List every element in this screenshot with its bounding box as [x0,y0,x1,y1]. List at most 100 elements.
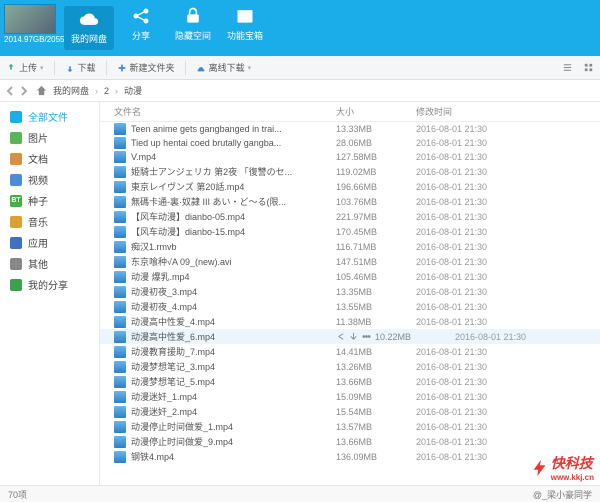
crumb-2[interactable]: 动漫 [124,84,142,97]
file-size: 13.55MB [336,302,416,312]
file-date: 2016-08-01 21:30 [416,138,600,148]
file-name: Teen anime gets gangbanged in trai... [131,124,336,134]
list-view-icon[interactable] [562,62,573,73]
sidebar-item-5[interactable]: 音乐 [0,211,99,232]
crumb-root[interactable]: 我的网盘 [53,84,89,97]
grid-view-icon[interactable] [583,62,594,73]
file-date: 2016-08-01 21:30 [416,287,600,297]
list-header: 文件名 大小 修改时间 [100,102,600,122]
video-file-icon [114,406,126,418]
back-icon[interactable] [4,85,16,97]
home-icon[interactable] [36,85,47,96]
file-size: 15.54MB [336,407,416,417]
sidebar-label: 我的分享 [28,277,68,292]
download-op-icon[interactable] [349,332,358,341]
tab-toolbox[interactable]: 功能宝箱 [220,6,270,50]
sidebar-item-4[interactable]: BT 种子 [0,190,99,211]
file-date: 2016-08-01 21:30 [416,392,600,402]
file-name: 动漫停止时间做爱_9.mp4 [131,435,336,448]
file-row[interactable]: 【风车动漫】dianbo-15.mp4170.45MB2016-08-01 21… [100,224,600,239]
file-row[interactable]: 动漫 爆乳.mp4105.46MB2016-08-01 21:30 [100,269,600,284]
sidebar-label: 音乐 [28,214,48,229]
tab-hidden[interactable]: 隐藏空间 [168,6,218,50]
file-row[interactable]: Teen anime gets gangbanged in trai...13.… [100,122,600,136]
video-file-icon [114,151,126,163]
file-row[interactable]: 钢铁4.mp4136.09MB2016-08-01 21:30 [100,449,600,464]
file-date: 2016-08-01 21:30 [416,212,600,222]
sidebar-item-6[interactable]: 应用 [0,232,99,253]
forward-icon[interactable] [18,85,30,97]
sidebar-item-2[interactable]: 文档 [0,148,99,169]
sidebar-label: 视频 [28,172,48,187]
file-row[interactable]: 【风车动漫】dianbo-05.mp4221.97MB2016-08-01 21… [100,209,600,224]
file-name: 姫騎士アンジェリカ 第2夜 「復讐のセ... [131,165,336,178]
newfolder-button[interactable]: 新建文件夹 [117,61,175,74]
file-size: 170.45MB [336,227,416,237]
file-row[interactable]: 动漫高中性爱_4.mp411.38MB2016-08-01 21:30 [100,314,600,329]
file-row[interactable]: 痴汉1.rmvb116.71MB2016-08-01 21:30 [100,239,600,254]
download-button[interactable]: 下载 [65,61,96,74]
tab-my-disk[interactable]: 我的网盘 [64,6,114,50]
video-file-icon [114,376,126,388]
sidebar-label: 种子 [28,193,48,208]
file-size: 10.22MB [375,332,455,342]
video-file-icon [114,196,126,208]
file-row[interactable]: 动漫停止时间做爱_1.mp413.57MB2016-08-01 21:30 [100,419,600,434]
share-op-icon[interactable] [336,332,345,341]
file-row[interactable]: 東京レイヴンズ 第20話.mp4196.66MB2016-08-01 21:30 [100,179,600,194]
more-op-icon[interactable] [362,332,371,341]
main: 全部文件图片文档视频 BT 种子音乐应用其他我的分享 文件名 大小 修改时间 Tee… [0,102,600,485]
video-file-icon [114,211,126,223]
video-file-icon [114,137,126,149]
file-date: 2016-08-01 21:30 [416,347,600,357]
file-row[interactable]: V.mp4127.58MB2016-08-01 21:30 [100,150,600,164]
sidebar-item-1[interactable]: 图片 [0,127,99,148]
col-date[interactable]: 修改时间 [416,105,600,118]
col-size[interactable]: 大小 [336,105,416,118]
sidebar-icon: BT [10,195,22,207]
video-file-icon [114,346,126,358]
file-row[interactable]: 动漫初夜_4.mp413.55MB2016-08-01 21:30 [100,299,600,314]
file-row[interactable]: 东京喰种√A 09_(new).avi147.51MB2016-08-01 21… [100,254,600,269]
file-row[interactable]: 动漫梦想笔记_5.mp413.66MB2016-08-01 21:30 [100,374,600,389]
file-row[interactable]: Tied up hentai coed brutally gangba...28… [100,136,600,150]
file-row[interactable]: 钢铁魔女.mp466.26MB2016-08-01 21:30 [100,464,600,466]
avatar[interactable] [4,4,56,34]
upload-button[interactable]: 上传▾ [6,61,44,74]
file-row[interactable]: 無碼卡通-裏·奴隷 III あい・ど～る(限...103.76MB2016-08… [100,194,600,209]
file-name: 动漫迷奸_1.mp4 [131,390,336,403]
file-name: 【风车动漫】dianbo-15.mp4 [131,225,336,238]
file-name: 动漫初夜_4.mp4 [131,300,336,313]
file-row[interactable]: 动漫停止时间做爱_9.mp413.66MB2016-08-01 21:30 [100,434,600,449]
sidebar-item-0[interactable]: 全部文件 [0,106,99,127]
file-name: 动漫 爆乳.mp4 [131,270,336,283]
crumb-1[interactable]: 2 [104,86,109,96]
col-name[interactable]: 文件名 [114,105,336,118]
file-size: 15.09MB [336,392,416,402]
file-size: 13.57MB [336,422,416,432]
video-file-icon [114,361,126,373]
file-row[interactable]: 动漫迷奸_2.mp415.54MB2016-08-01 21:30 [100,404,600,419]
file-name: 東京レイヴンズ 第20話.mp4 [131,180,336,193]
file-date: 2016-08-01 21:30 [416,422,600,432]
watermark: 快科技 www.kkj.cn [531,453,594,482]
sidebar-label: 文档 [28,151,48,166]
sidebar-item-7[interactable]: 其他 [0,253,99,274]
file-row[interactable]: 姫騎士アンジェリカ 第2夜 「復讐のセ...119.02MB2016-08-01… [100,164,600,179]
sidebar-item-3[interactable]: 视频 [0,169,99,190]
file-row[interactable]: 动漫梦想笔记_3.mp413.26MB2016-08-01 21:30 [100,359,600,374]
sidebar-icon [10,132,22,144]
breadcrumb: 我的网盘 › 2 › 动漫 [0,80,600,102]
file-name: 动漫初夜_3.mp4 [131,285,336,298]
offline-button[interactable]: 离线下载▾ [196,61,252,74]
file-row[interactable]: 动漫迷奸_1.mp415.09MB2016-08-01 21:30 [100,389,600,404]
file-date: 2016-08-01 21:30 [455,332,600,342]
file-size: 119.02MB [336,167,416,177]
download-icon [65,63,75,73]
file-row[interactable]: 动漫初夜_3.mp413.35MB2016-08-01 21:30 [100,284,600,299]
tab-share[interactable]: 分享 [116,6,166,50]
file-row[interactable]: 动漫教育援助_7.mp414.41MB2016-08-01 21:30 [100,344,600,359]
file-size: 13.35MB [336,287,416,297]
file-row[interactable]: 动漫高中性爱_6.mp410.22MB2016-08-01 21:30 [100,329,600,344]
sidebar-item-8[interactable]: 我的分享 [0,274,99,295]
